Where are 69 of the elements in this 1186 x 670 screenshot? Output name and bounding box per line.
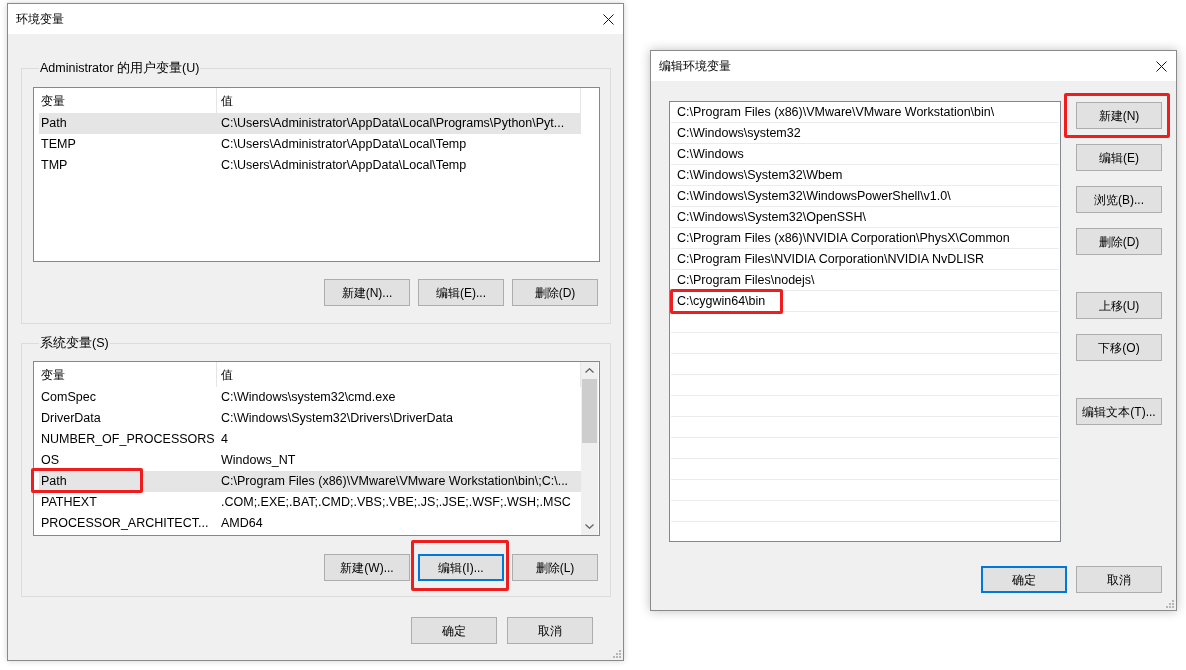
window-title: 编辑环境变量 [659,58,731,75]
window-title: 环境变量 [16,11,64,28]
table-cell-text: Path [40,473,68,491]
list-item[interactable]: C:\Windows\System32\OpenSSH\ [671,207,1059,228]
resize-grip-icon [612,649,621,658]
list-item[interactable]: C:\Program Files (x86)\VMware\VMware Workstation\bin\ [671,102,1059,123]
dialog-button[interactable]: 编辑文本(T)... [1076,398,1162,425]
table-cell-text: DriverData [40,410,102,428]
dialog-button[interactable]: 浏览(B)... [1076,186,1162,213]
dialog-button[interactable]: 确定 [981,566,1067,593]
dialog-button[interactable]: 编辑(E) [1076,144,1162,171]
table-cell-text: PROCESSOR_ARCHITECT... [40,515,210,533]
list-item[interactable]: C:\Windows\System32\WindowsPowerShell\v1.0\ [671,186,1059,207]
list-item[interactable]: C:\Program Files (x86)\NVIDIA Corporation\PhysX\Common [671,228,1059,249]
table-row[interactable]: PATHEXT .COM;.EXE;.BAT;.CMD;.VBS;.VBE;.JS;.JSE;.WSF;.WSH;.MSC [39,492,581,513]
dialog-button[interactable]: 上移(U) [1076,292,1162,319]
dialog-button[interactable]: 取消 [1076,566,1162,593]
table-cell-text: C:\Users\Administrator\AppData\Local\Programs\Python\Pyt... [220,115,566,133]
table-cell-text: ComSpec [40,389,97,407]
table-row[interactable]: OS Windows_NT [39,450,581,471]
table-row[interactable]: TMP C:\Users\Administrator\AppData\Local\Temp [39,155,581,176]
dialog-button[interactable]: 编辑(E)... [418,279,504,306]
list-item[interactable]: C:\Program Files\NVIDIA Corporation\NVIDIA NvDLISR [671,249,1059,270]
chevron-down-icon [585,524,594,529]
dialog-button[interactable]: 编辑(I)... [418,554,504,581]
table-row[interactable]: TEMP C:\Users\Administrator\AppData\Local\Temp [39,134,581,155]
table-row[interactable]: DriverData C:\Windows\System32\Drivers\DriverData [39,408,581,429]
table-cell-text: .COM;.EXE;.BAT;.CMD;.VBS;.VBE;.JS;.JSE;.WSF;.WSH;.MSC [220,494,572,512]
dialog-button[interactable]: 确定 [411,617,497,644]
dialog-button[interactable]: 新建(W)... [324,554,410,581]
dialog-button[interactable]: 下移(O) [1076,334,1162,361]
table-row[interactable]: PROCESSOR_ARCHITECT... AMD64 [39,513,581,534]
scrollbar[interactable] [581,362,598,535]
table-cell-text: C:\Users\Administrator\AppData\Local\Temp [220,136,468,154]
list-item[interactable]: C:\Windows [671,144,1059,165]
chevron-up-icon [585,368,594,373]
table-cell-text: C:\Windows\system32\cmd.exe [220,389,397,407]
table-cell-text: C:\Users\Administrator\AppData\Local\Temp [220,157,468,175]
table-cell-text: PATHEXT [40,494,98,512]
group-label: 系统变量(S) [39,335,110,351]
dialog-button[interactable]: 删除(D) [512,279,598,306]
dialog-button[interactable]: 删除(D) [1076,228,1162,255]
table-row[interactable]: Path C:\Users\Administrator\AppData\Local\Programs\Python\Pyt... [39,113,581,134]
dialog-button[interactable]: 删除(L) [512,554,598,581]
table-row[interactable]: NUMBER_OF_PROCESSORS 4 [39,429,581,450]
close-icon [602,13,614,25]
table-cell-text: TEMP [40,136,77,154]
close-icon [1155,60,1167,72]
resize-grip-icon [1165,599,1174,608]
list-item[interactable]: C:\Windows\System32\Wbem [671,165,1059,186]
list-item[interactable]: C:\cygwin64\bin [671,291,1059,312]
table-cell-text: TMP [40,157,69,175]
table-cell-text: C:\Windows\System32\Drivers\DriverData [220,410,454,428]
column-header[interactable]: 变量 [39,362,217,387]
table-cell-text: C:\Program Files (x86)\VMware\VMware Workstation\bin\;C:\... [220,473,570,491]
table-cell-text: Path [40,115,68,133]
dialog-button[interactable]: 新建(N) [1076,102,1162,129]
table-cell-text: OS [40,452,61,470]
table-cell-text: 4 [220,431,229,449]
scrollbar-thumb[interactable] [582,379,597,443]
list-item[interactable]: C:\Windows\system32 [671,123,1059,144]
table-cell-text: Windows_NT [220,452,297,470]
dialog-button[interactable]: 新建(N)... [324,279,410,306]
table-cell-text: NUMBER_OF_PROCESSORS [40,431,216,449]
dialog-button[interactable]: 取消 [507,617,593,644]
table-row[interactable]: ComSpec C:\Windows\system32\cmd.exe [39,387,581,408]
table-cell-text: AMD64 [220,515,264,533]
group-label: Administrator 的用户变量(U) [39,60,201,76]
list-item[interactable]: C:\Program Files\nodejs\ [671,270,1059,291]
